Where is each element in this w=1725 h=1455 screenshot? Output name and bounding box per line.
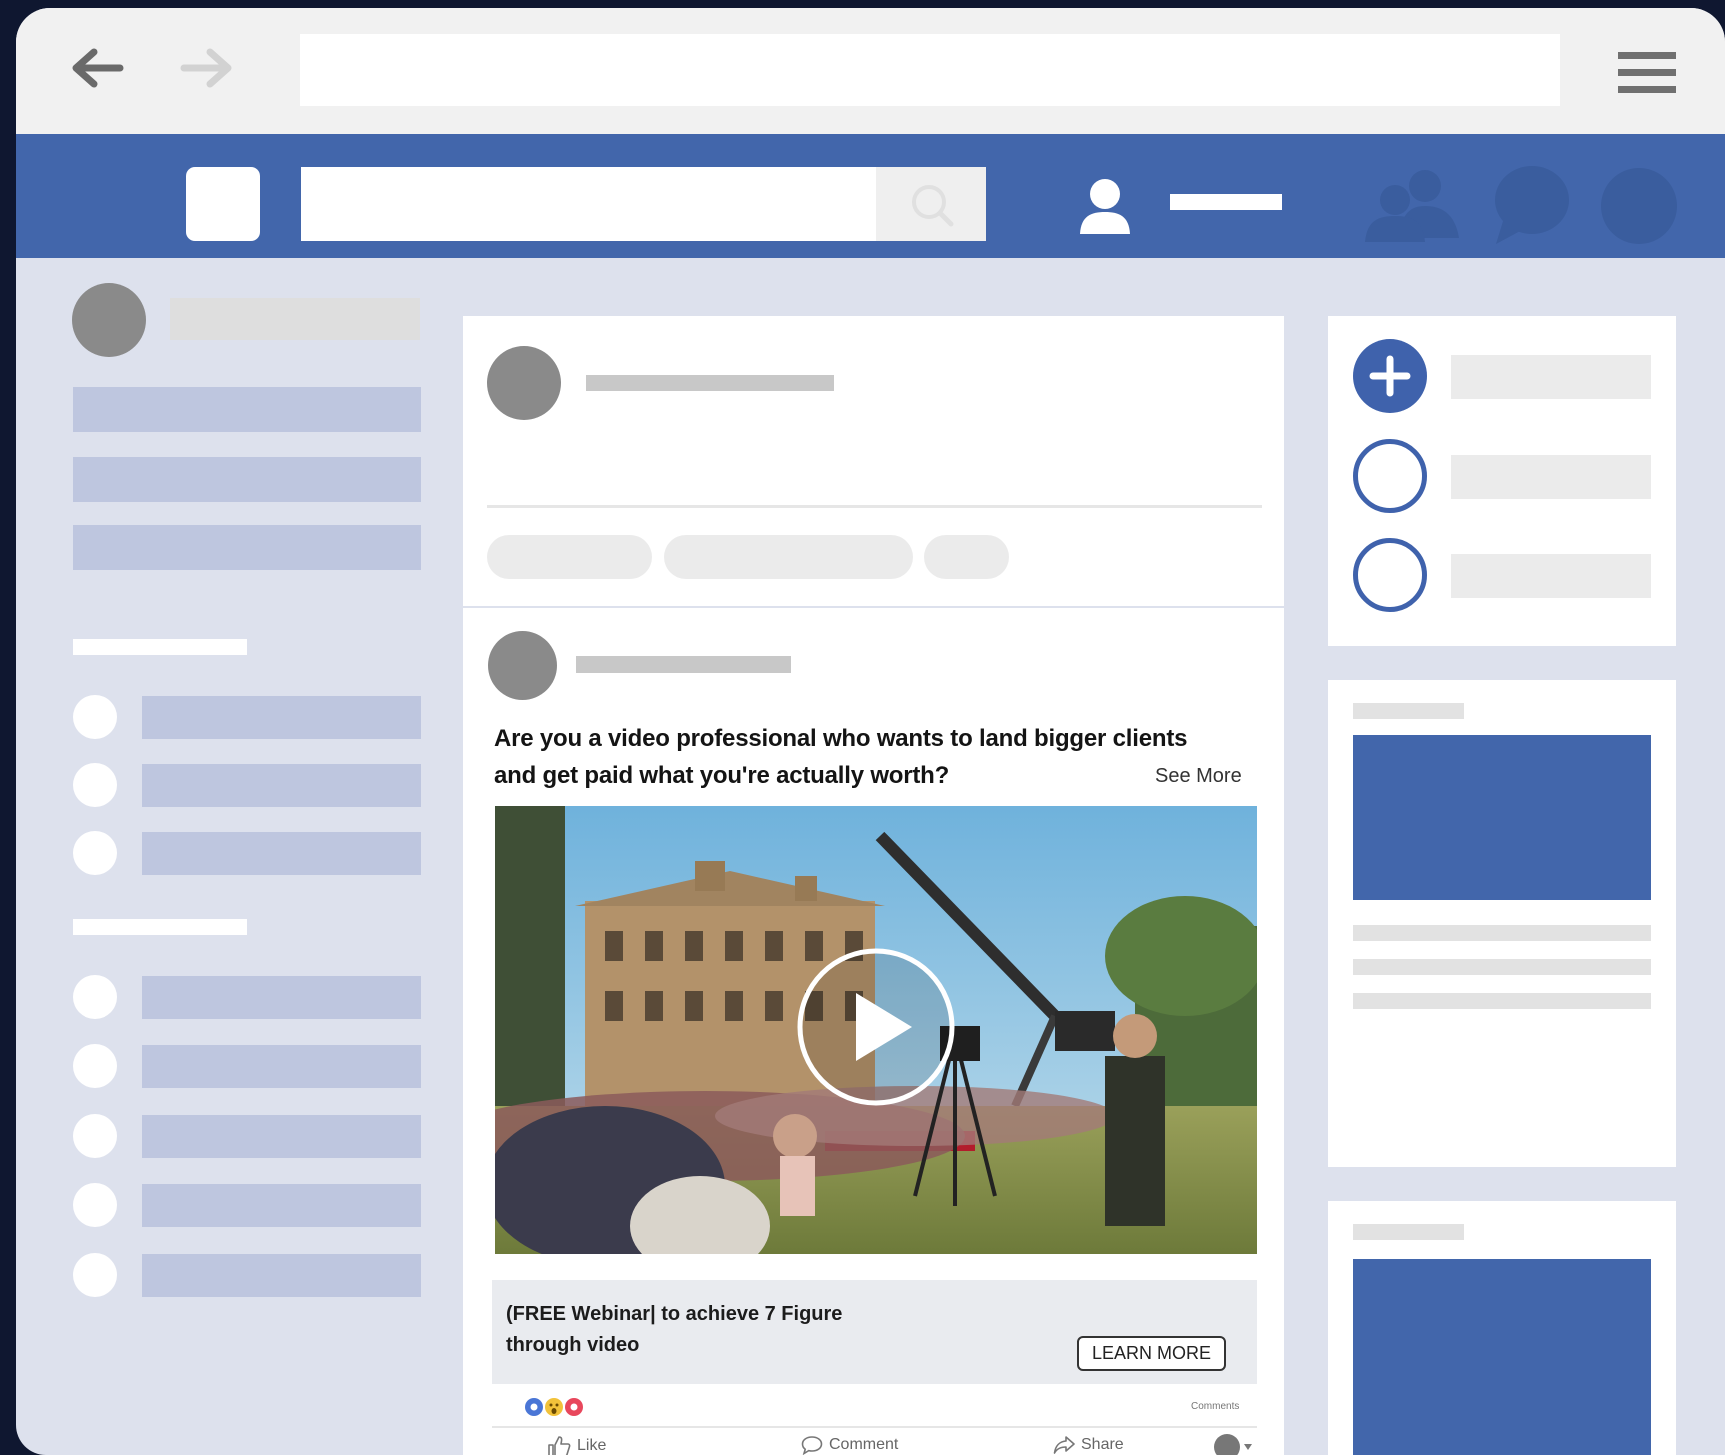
sponsored-card [1328, 1201, 1676, 1455]
friends-icon[interactable] [1361, 168, 1461, 242]
cta-banner: (FREE Webinar| to achieve 7 Figure throu… [492, 1280, 1257, 1384]
shortcut-icon [73, 831, 117, 875]
like-label: Like [577, 1437, 607, 1454]
site-header [16, 134, 1725, 258]
address-bar[interactable] [300, 34, 1560, 106]
card-title-placeholder [1353, 703, 1464, 719]
browser-window: Are you a video professional who wants t… [16, 8, 1725, 1455]
sidebar-nav-item[interactable] [73, 457, 421, 502]
create-option-label[interactable] [1451, 554, 1651, 598]
messenger-icon[interactable] [1492, 164, 1570, 244]
shortcut-icon [73, 763, 117, 807]
comment-button[interactable]: Comment [801, 1435, 898, 1455]
sidebar-nav-item[interactable] [73, 387, 421, 432]
forward-arrow-icon[interactable] [180, 48, 236, 88]
play-icon[interactable] [796, 947, 956, 1107]
notifications-icon[interactable] [1601, 168, 1677, 244]
shortcut-icon [73, 695, 117, 739]
chevron-down-icon[interactable] [1243, 1443, 1253, 1451]
cta-headline-line: through video [506, 1334, 640, 1356]
share-button[interactable]: Share [1053, 1435, 1124, 1455]
cta-headline-line: (FREE Webinar| to achieve 7 Figure [506, 1303, 843, 1325]
reaction-icons[interactable] [524, 1396, 588, 1418]
like-button[interactable]: Like [547, 1435, 606, 1455]
back-arrow-icon[interactable] [68, 48, 124, 88]
radio-option[interactable] [1353, 538, 1427, 612]
see-more-link[interactable]: See More [1155, 765, 1242, 788]
plus-icon[interactable] [1353, 339, 1427, 413]
section-heading [73, 919, 247, 935]
shortcut-item[interactable] [142, 1254, 421, 1297]
sponsored-post: Are you a video professional who wants t… [463, 608, 1284, 1455]
learn-more-button[interactable]: LEARN MORE [1077, 1336, 1226, 1371]
profile-name-placeholder [1170, 194, 1282, 210]
post-composer [463, 316, 1284, 606]
comment-label: Comment [829, 1436, 899, 1453]
site-logo[interactable] [186, 167, 260, 241]
shortcut-icon [73, 1253, 117, 1297]
shortcut-icon [73, 975, 117, 1019]
section-heading [73, 639, 247, 655]
profile-icon[interactable] [1067, 166, 1143, 242]
post-video[interactable] [495, 806, 1257, 1254]
search-icon [912, 185, 954, 227]
shortcut-item[interactable] [142, 1115, 421, 1158]
shortcut-item[interactable] [142, 696, 421, 739]
post-as-avatar[interactable] [1214, 1434, 1240, 1455]
post-text: Are you a video professional who wants t… [494, 720, 1264, 794]
create-panel [1328, 316, 1676, 646]
ad-image-placeholder[interactable] [1353, 735, 1651, 900]
ad-text-placeholder [1353, 925, 1651, 941]
comment-icon [801, 1436, 823, 1455]
share-icon [1053, 1436, 1075, 1454]
avatar [487, 346, 561, 420]
ad-text-placeholder [1353, 993, 1651, 1009]
shortcut-icon [73, 1114, 117, 1158]
cta-headline: (FREE Webinar| to achieve 7 Figure throu… [506, 1299, 842, 1361]
shortcut-icon [73, 1183, 117, 1227]
divider [492, 1426, 1257, 1428]
card-title-placeholder [1353, 1224, 1464, 1240]
user-name-placeholder [170, 298, 420, 340]
post-author-avatar[interactable] [488, 631, 557, 700]
composer-action-button[interactable] [664, 535, 913, 579]
ad-image-placeholder[interactable] [1353, 1259, 1651, 1455]
post-text-line: Are you a video professional who wants t… [494, 725, 1188, 752]
shortcut-icon [73, 1044, 117, 1088]
like-icon [548, 1436, 571, 1455]
shortcut-item[interactable] [142, 1045, 421, 1088]
composer-action-button[interactable] [487, 535, 652, 579]
hamburger-menu-icon[interactable] [1618, 50, 1676, 96]
sponsored-card [1328, 680, 1676, 1167]
shortcut-item[interactable] [142, 764, 421, 807]
post-text-line: and get paid what you're actually worth? [494, 762, 950, 789]
search-input[interactable] [301, 167, 876, 241]
browser-toolbar [16, 8, 1725, 134]
sidebar-nav-item[interactable] [73, 525, 421, 570]
comments-count[interactable]: Comments [1191, 1401, 1239, 1412]
create-option-label[interactable] [1451, 355, 1651, 399]
divider [487, 505, 1262, 508]
share-label: Share [1081, 1436, 1124, 1453]
composer-prompt-placeholder[interactable] [586, 375, 834, 391]
create-option-label[interactable] [1451, 455, 1651, 499]
shortcut-item[interactable] [142, 976, 421, 1019]
search-button[interactable] [876, 167, 986, 241]
post-author-placeholder[interactable] [576, 656, 791, 673]
avatar[interactable] [72, 283, 146, 357]
shortcut-item[interactable] [142, 1184, 421, 1227]
left-sidebar [16, 258, 436, 1455]
ad-text-placeholder [1353, 959, 1651, 975]
shortcut-item[interactable] [142, 832, 421, 875]
radio-option[interactable] [1353, 439, 1427, 513]
composer-action-button[interactable] [924, 535, 1009, 579]
